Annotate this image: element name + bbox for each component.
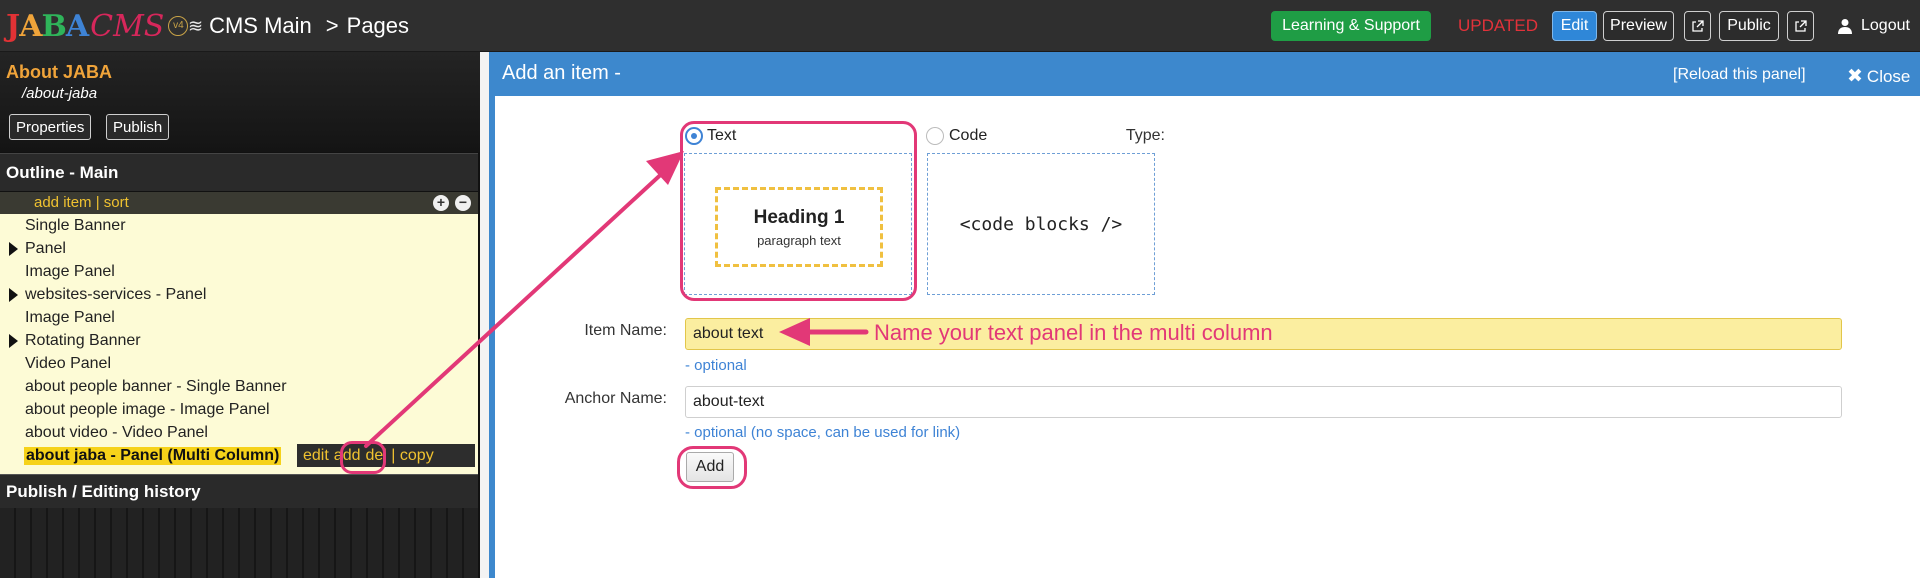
- code-type-preview[interactable]: <code blocks />: [927, 153, 1155, 295]
- annotation-callout: Name your text panel in the multi column: [874, 320, 1273, 345]
- breadcrumb-separator: >: [325, 13, 339, 38]
- breadcrumb-root[interactable]: CMS Main: [209, 13, 312, 39]
- type-code-radio[interactable]: [926, 127, 944, 145]
- item-edit-link[interactable]: edit: [303, 447, 329, 465]
- expand-triangle-icon[interactable]: [9, 334, 18, 348]
- outline-title: Outline - Main: [0, 153, 478, 191]
- sidebar: About JABA /about-jaba Properties Publis…: [0, 52, 480, 578]
- user-icon: [1838, 19, 1852, 34]
- panel-header: Add an item - [Reload this panel] ✖ Clos…: [495, 52, 1920, 96]
- outline-item[interactable]: Panel: [0, 237, 478, 260]
- panel-title: Add an item -: [502, 62, 621, 84]
- external-link-icon: [1692, 19, 1704, 32]
- item-del-copy-links[interactable]: del | copy: [366, 447, 434, 465]
- preview-button[interactable]: Preview: [1603, 11, 1674, 41]
- close-button[interactable]: ✖ Close: [1847, 65, 1910, 88]
- logo-cms: CMS: [90, 8, 165, 44]
- edit-button[interactable]: Edit: [1552, 11, 1597, 41]
- breadcrumb-current[interactable]: Pages: [347, 13, 409, 39]
- type-label: Type:: [1125, 127, 1165, 144]
- reload-panel-link[interactable]: [Reload this panel]: [1673, 66, 1806, 84]
- close-label: Close: [1866, 66, 1911, 86]
- logo-letter-a: A: [19, 8, 42, 44]
- logo-version-badge: v4: [168, 16, 189, 36]
- type-text-label[interactable]: Text: [707, 127, 736, 145]
- logout-button[interactable]: Logout: [1838, 11, 1910, 41]
- expand-all-icon[interactable]: +: [433, 195, 449, 211]
- anchor-name-hint: - optional (no space, can be used for li…: [685, 424, 961, 441]
- selected-item-actions: edit add del | copy: [297, 444, 475, 467]
- outline-item[interactable]: Rotating Banner: [0, 329, 478, 352]
- logo-letter-b: B: [41, 8, 66, 44]
- breadcrumb: ≋ CMS Main > Pages: [188, 0, 409, 52]
- outline-item[interactable]: Video Panel: [0, 352, 478, 375]
- external-link-icon: [1795, 19, 1807, 32]
- preview-paragraph: paragraph text: [757, 232, 841, 248]
- logout-label: Logout: [1861, 17, 1910, 34]
- outline-item-label: Video Panel: [25, 354, 111, 372]
- anchor-name-input[interactable]: about-text: [685, 386, 1842, 418]
- public-button[interactable]: Public: [1719, 11, 1779, 41]
- preview-external-link-button[interactable]: [1684, 11, 1711, 41]
- outline-item-label: about people banner - Single Banner: [25, 377, 287, 395]
- outline-item-label: Rotating Banner: [25, 331, 141, 349]
- add-button[interactable]: Add: [686, 452, 734, 482]
- expand-triangle-icon[interactable]: [9, 288, 18, 302]
- preview-code: <code blocks />: [959, 213, 1123, 235]
- layers-icon: ≋: [188, 15, 204, 36]
- page-title: About JABA: [6, 62, 112, 82]
- outline-item-label: Single Banner: [25, 216, 126, 234]
- outline-item[interactable]: Single Banner: [0, 214, 478, 237]
- item-name-hint: - optional: [685, 357, 747, 374]
- outline-toolbar: add item | sort + −: [0, 192, 478, 214]
- outline-item[interactable]: about people image - Image Panel: [0, 398, 478, 421]
- type-text-radio[interactable]: [685, 127, 703, 145]
- expand-triangle-icon[interactable]: [9, 242, 18, 256]
- outline-item-label: websites-services - Panel: [25, 285, 207, 303]
- outline-item[interactable]: Image Panel: [0, 260, 478, 283]
- page-slug: /about-jaba: [22, 85, 98, 102]
- preview-heading: Heading 1: [753, 206, 845, 228]
- outline-item-label: about video - Video Panel: [25, 423, 208, 441]
- outline-item[interactable]: Image Panel: [0, 306, 478, 329]
- add-item-panel: Add an item - [Reload this panel] ✖ Clos…: [495, 52, 1920, 578]
- publish-history-title[interactable]: Publish / Editing history: [0, 474, 478, 508]
- outline-item-label: Image Panel: [25, 308, 115, 326]
- collapse-all-icon[interactable]: −: [455, 195, 471, 211]
- item-add-link[interactable]: add: [334, 447, 361, 465]
- jaba-cms-logo[interactable]: J A B A CMS v4: [6, 4, 189, 48]
- logo-letter-j: J: [6, 8, 20, 44]
- top-bar: J A B A CMS v4 ≋ CMS Main > Pages Learni…: [0, 0, 1920, 52]
- anchor-name-label: Anchor Name:: [564, 390, 667, 407]
- text-type-preview[interactable]: Heading 1 paragraph text: [684, 153, 912, 295]
- text-preview-frame: Heading 1 paragraph text: [715, 187, 883, 267]
- outline-item[interactable]: websites-services - Panel: [0, 283, 478, 306]
- outline-item[interactable]: about people banner - Single Banner: [0, 375, 478, 398]
- add-item-sort-links[interactable]: add item | sort: [34, 194, 129, 211]
- page-header: About JABA /about-jaba Properties Publis…: [0, 52, 480, 152]
- outline-item-label: about people image - Image Panel: [25, 400, 270, 418]
- item-name-label: Item Name:: [584, 322, 667, 339]
- outline-item-label: Panel: [25, 239, 66, 257]
- outline-item-label: Image Panel: [25, 262, 115, 280]
- outline-item[interactable]: about jaba - Panel (Multi Column) edit add…: [0, 444, 478, 467]
- public-external-link-button[interactable]: [1787, 11, 1814, 41]
- outline-item-label: about jaba - Panel (Multi Column): [24, 446, 282, 465]
- panel-divider[interactable]: [480, 52, 489, 578]
- publish-button[interactable]: Publish: [106, 114, 170, 140]
- properties-button[interactable]: Properties: [9, 114, 92, 140]
- status-badge: UPDATED: [1458, 16, 1538, 35]
- close-icon: ✖: [1847, 66, 1863, 87]
- sidebar-footer-pattern: [0, 508, 478, 578]
- outline-item[interactable]: about video - Video Panel: [0, 421, 478, 444]
- type-code-label[interactable]: Code: [949, 127, 987, 145]
- learning-support-button[interactable]: Learning & Support: [1271, 11, 1431, 41]
- logo-letter-a2: A: [65, 8, 89, 44]
